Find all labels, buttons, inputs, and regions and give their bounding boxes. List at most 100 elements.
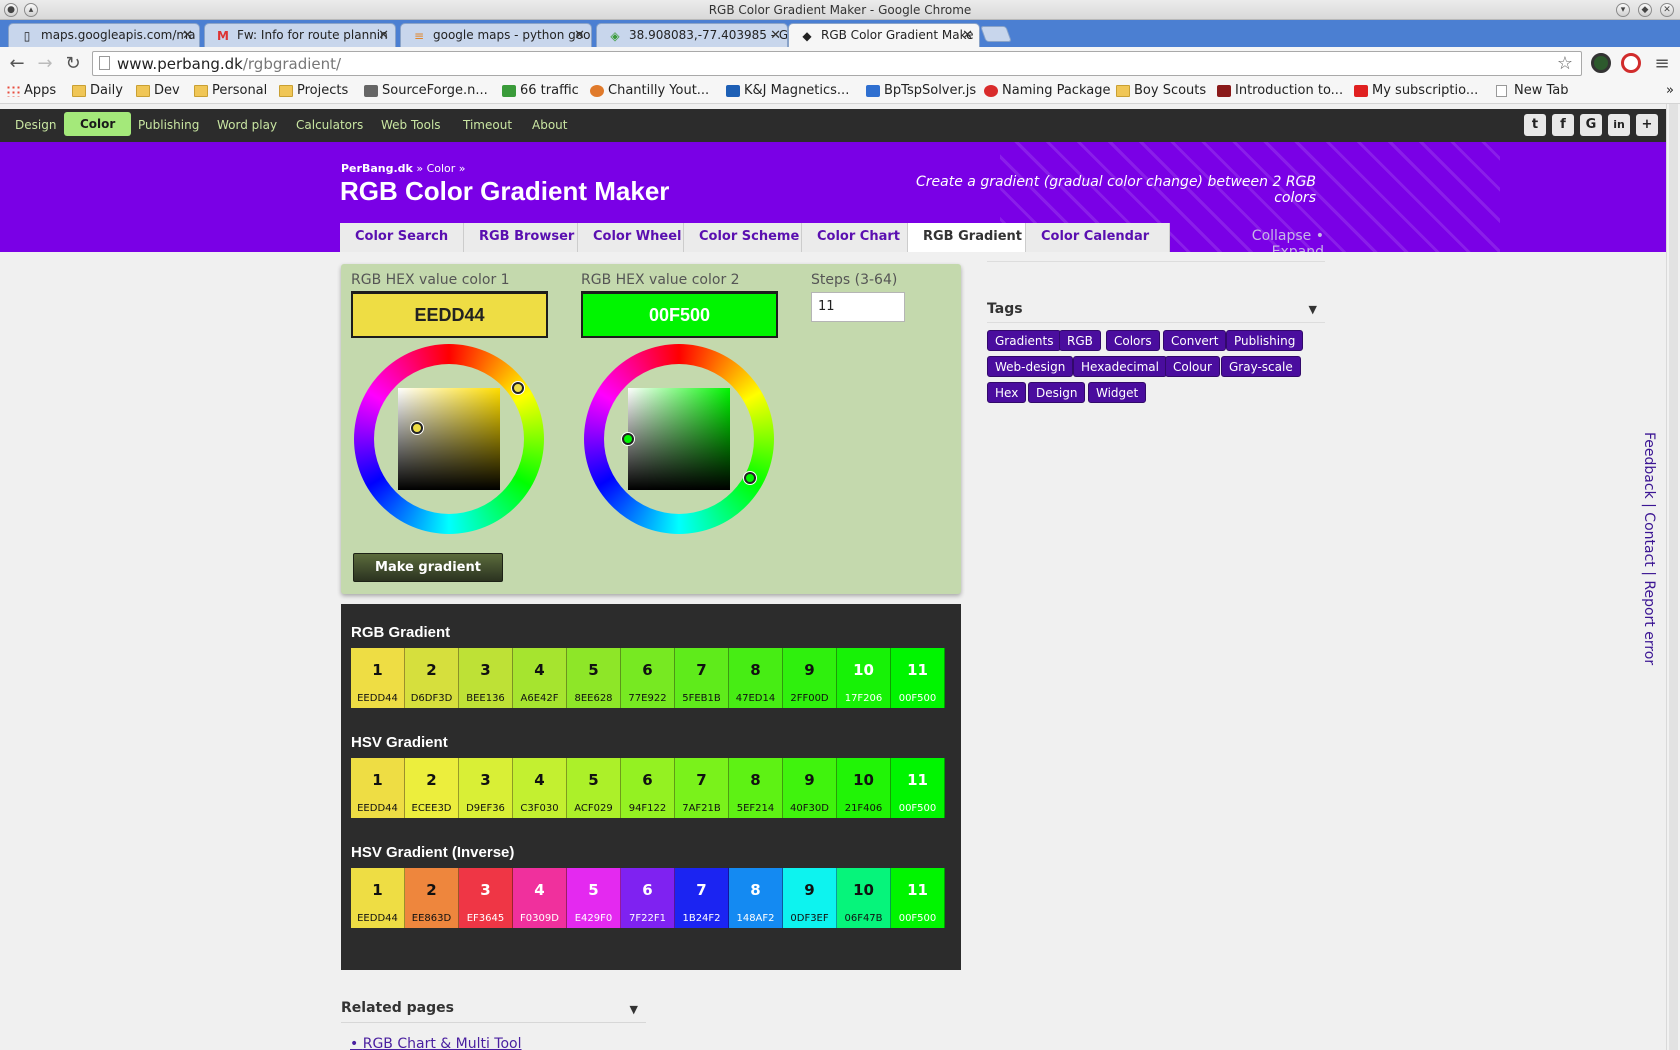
color2-wheel[interactable]	[584, 344, 774, 534]
linkedin-icon[interactable]: in	[1608, 114, 1630, 136]
gradient-swatch[interactable]: 10 17F206	[837, 648, 891, 708]
browser-tab[interactable]: ▯ maps.googleapis.com/ma ✕	[8, 23, 200, 47]
tab-close-icon[interactable]: ✕	[962, 24, 973, 47]
tag[interactable]: Colors	[1106, 330, 1160, 351]
color2-input[interactable]: 00F500	[581, 291, 778, 338]
tab-color-search[interactable]: Color Search	[340, 223, 464, 252]
minimize-icon[interactable]: ▾	[1616, 3, 1630, 17]
share-plus-icon[interactable]: +	[1636, 114, 1658, 136]
gradient-swatch[interactable]: 7 1B24F2	[675, 868, 729, 928]
gradient-swatch[interactable]: 5 8EE628	[567, 648, 621, 708]
tag[interactable]: Gray-scale	[1221, 356, 1301, 377]
tag[interactable]: Hex	[987, 382, 1027, 403]
extension-icon[interactable]	[1591, 53, 1611, 73]
gradient-swatch[interactable]: 4 A6E42F	[513, 648, 567, 708]
color2-saturation-square[interactable]	[628, 388, 730, 490]
bookmark-link[interactable]: K&J Magnetics...	[726, 83, 849, 98]
browser-tab-active[interactable]: ◆ RGB Color Gradient Make ✕	[788, 23, 980, 47]
color1-wheel[interactable]	[354, 344, 544, 534]
tag[interactable]: Publishing	[1226, 330, 1304, 351]
forward-icon[interactable]: →	[35, 53, 55, 74]
back-icon[interactable]: ←	[7, 53, 27, 74]
bookmark-folder[interactable]: Projects	[279, 83, 348, 98]
gradient-swatch[interactable]: 9 40F30D	[783, 758, 837, 818]
chevron-down-icon[interactable]: ▼	[630, 1003, 638, 1016]
tab-color-scheme[interactable]: Color Scheme	[684, 223, 802, 252]
gradient-swatch[interactable]: 11 00F500	[891, 648, 945, 708]
gradient-swatch[interactable]: 4 F0309D	[513, 868, 567, 928]
twitter-icon[interactable]: t	[1524, 114, 1546, 136]
color1-input[interactable]: EEDD44	[351, 291, 548, 338]
extension-badge-icon[interactable]	[1621, 53, 1641, 73]
bookmark-folder[interactable]: Boy Scouts	[1116, 83, 1206, 98]
bookmark-link[interactable]: SourceForge.n...	[364, 83, 488, 98]
bookmark-link[interactable]: Naming Package	[984, 83, 1110, 98]
gradient-swatch[interactable]: 11 00F500	[891, 868, 945, 928]
bookmark-folder[interactable]: Personal	[194, 83, 267, 98]
gradient-swatch[interactable]: 8 148AF2	[729, 868, 783, 928]
bookmark-link[interactable]: BpTspSolver.js	[866, 83, 976, 98]
gradient-swatch[interactable]: 6 7F22F1	[621, 868, 675, 928]
bookmark-link[interactable]: My subscriptio...	[1354, 83, 1478, 98]
gradient-swatch[interactable]: 1 EEDD44	[351, 758, 405, 818]
gradient-swatch[interactable]: 7 7AF21B	[675, 758, 729, 818]
bookmark-link[interactable]: New Tab	[1496, 83, 1569, 98]
tab-color-wheel[interactable]: Color Wheel	[578, 223, 684, 252]
google-icon[interactable]: G	[1580, 114, 1602, 136]
facebook-icon[interactable]: f	[1552, 114, 1574, 136]
bookmark-star-icon[interactable]: ☆	[1557, 53, 1573, 74]
nav-timeout[interactable]: Timeout	[463, 118, 512, 132]
related-link-text[interactable]: RGB Chart & Multi Tool	[363, 1036, 522, 1050]
gradient-swatch[interactable]: 7 5FEB1B	[675, 648, 729, 708]
color1-hue-marker[interactable]	[512, 382, 524, 394]
feedback-contact-report-link[interactable]: Feedback | Contact | Report error	[1641, 432, 1657, 665]
bookmark-apps[interactable]: Apps	[6, 83, 56, 98]
gradient-swatch[interactable]: 2 EE863D	[405, 868, 459, 928]
tab-close-icon[interactable]: ✕	[182, 24, 193, 47]
browser-tab[interactable]: ◈ 38.908083,-77.403985 - G ✕	[596, 23, 788, 47]
gradient-swatch[interactable]: 2 D6DF3D	[405, 648, 459, 708]
tab-close-icon[interactable]: ✕	[770, 24, 781, 47]
nav-calculators[interactable]: Calculators	[296, 118, 363, 132]
collapse-expand-link[interactable]: Collapse • Expand	[1200, 228, 1324, 252]
gradient-swatch[interactable]: 3 EF3645	[459, 868, 513, 928]
bookmark-folder[interactable]: Dev	[136, 83, 180, 98]
gradient-swatch[interactable]: 4 C3F030	[513, 758, 567, 818]
bookmark-link[interactable]: 66 traffic	[502, 83, 579, 98]
bookmarks-overflow-icon[interactable]: »	[1666, 83, 1674, 98]
new-tab-button[interactable]	[980, 26, 1012, 42]
tag[interactable]: Convert	[1163, 330, 1227, 351]
bookmark-folder[interactable]: Daily	[72, 83, 123, 98]
gradient-swatch[interactable]: 5 E429F0	[567, 868, 621, 928]
gradient-swatch[interactable]: 2 ECEE3D	[405, 758, 459, 818]
chevron-down-icon[interactable]: ▼	[1309, 303, 1317, 316]
tag[interactable]: RGB	[1059, 330, 1101, 351]
tags-header[interactable]: Tags ▼	[987, 301, 1325, 323]
gradient-swatch[interactable]: 10 21F406	[837, 758, 891, 818]
window-menu-icon[interactable]: ▴	[24, 3, 38, 17]
gradient-swatch[interactable]: 10 06F47B	[837, 868, 891, 928]
close-window-icon[interactable]: ✕	[1660, 3, 1674, 17]
gradient-swatch[interactable]: 11 00F500	[891, 758, 945, 818]
address-bar[interactable]: www.perbang.dk/rgbgradient/ ☆	[92, 51, 1582, 76]
tab-rgb-gradient[interactable]: RGB Gradient	[908, 223, 1026, 252]
tab-color-calendar[interactable]: Color Calendar	[1026, 223, 1170, 252]
gradient-swatch[interactable]: 6 94F122	[621, 758, 675, 818]
related-link[interactable]: • RGB Chart & Multi Tool	[350, 1036, 522, 1050]
tag[interactable]: Gradients	[987, 330, 1062, 351]
color2-sv-marker[interactable]	[622, 433, 634, 445]
nav-color[interactable]: Color	[64, 112, 132, 136]
tag[interactable]: Hexadecimal	[1073, 356, 1167, 377]
bookmark-link[interactable]: Introduction to...	[1217, 83, 1343, 98]
color1-sv-marker[interactable]	[411, 422, 423, 434]
tag[interactable]: Design	[1028, 382, 1086, 403]
gradient-swatch[interactable]: 3 D9EF36	[459, 758, 513, 818]
gradient-swatch[interactable]: 6 77E922	[621, 648, 675, 708]
nav-web-tools[interactable]: Web Tools	[381, 118, 441, 132]
breadcrumb-home[interactable]: PerBang.dk	[341, 162, 413, 175]
tab-color-chart[interactable]: Color Chart	[802, 223, 908, 252]
gradient-swatch[interactable]: 1 EEDD44	[351, 648, 405, 708]
tab-close-icon[interactable]: ✕	[378, 24, 389, 47]
nav-design[interactable]: Design	[15, 118, 56, 132]
steps-input[interactable]: 11	[811, 292, 905, 322]
